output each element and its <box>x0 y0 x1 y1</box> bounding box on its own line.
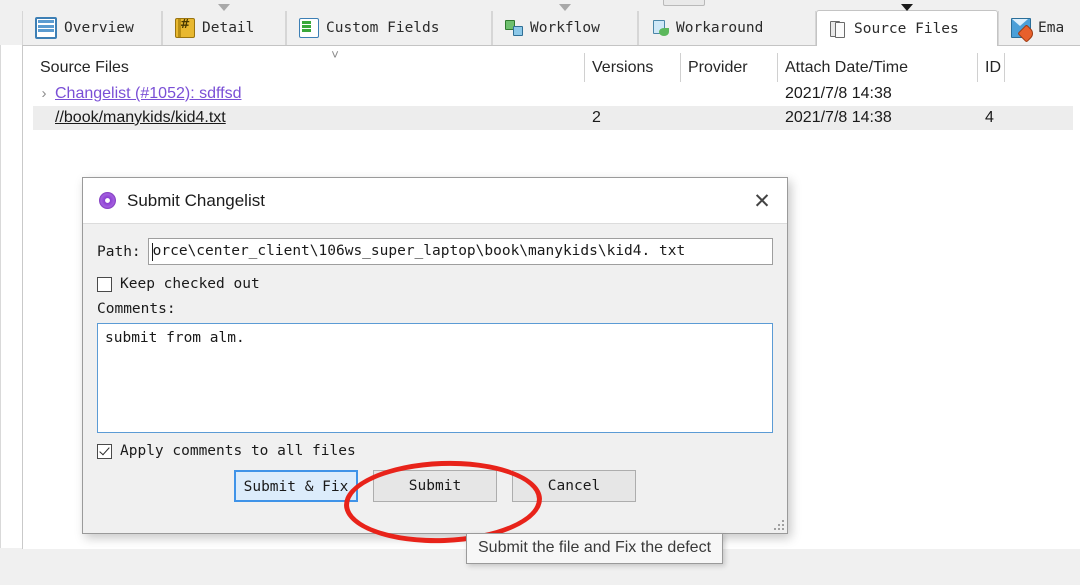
close-icon[interactable]: ✕ <box>747 186 777 216</box>
column-header-versions[interactable]: Versions <box>585 53 681 82</box>
table-header-row: Source Files Versions Provider Attach Da… <box>33 48 1073 82</box>
apply-comments-label: Apply comments to all files <box>120 443 356 459</box>
column-header-attach-date[interactable]: Attach Date/Time <box>778 53 978 82</box>
chevron-down-icon <box>218 4 230 11</box>
comments-textarea[interactable]: submit from alm. <box>97 323 773 433</box>
tab-label: Workflow <box>530 20 600 36</box>
tab-detail[interactable]: Detail <box>162 4 286 45</box>
tab-workaround[interactable]: Workaround <box>638 11 816 45</box>
tab-custom-fields[interactable]: Custom Fields <box>286 11 492 45</box>
workflow-icon <box>505 19 523 37</box>
changelist-link[interactable]: Changelist (#1052): sdffsd <box>55 85 241 102</box>
column-header-source-files[interactable]: Source Files <box>33 53 585 82</box>
cell-provider <box>681 82 778 106</box>
chevron-up-icon[interactable]: ˅ <box>328 48 342 61</box>
path-row: Path: orce\center_client\106ws_super_lap… <box>97 238 773 265</box>
dialog-body: Path: orce\center_client\106ws_super_lap… <box>83 224 787 502</box>
dialog-button-bar: Submit & Fix Submit Cancel <box>97 470 773 502</box>
tab-label: Custom Fields <box>326 20 440 36</box>
submit-and-fix-button[interactable]: Submit & Fix <box>234 470 358 502</box>
comments-label: Comments: <box>97 301 176 317</box>
tab-label: Ema <box>1038 20 1065 36</box>
tab-label: Overview <box>64 20 134 36</box>
overview-icon <box>35 17 57 39</box>
keep-checked-out-label: Keep checked out <box>120 276 260 292</box>
source-file-link[interactable]: //book/manykids/kid4.txt <box>55 109 226 126</box>
tab-overview[interactable]: Overview <box>22 11 162 45</box>
cell-versions: 2 <box>592 109 601 126</box>
tab-source-files[interactable]: Source Files <box>816 4 998 46</box>
cell-id <box>978 82 1005 106</box>
email-icon <box>1011 18 1031 38</box>
cell-attach-date: 2021/7/8 14:38 <box>785 109 892 126</box>
source-files-icon <box>829 20 847 38</box>
tab-email[interactable]: Ema <box>998 11 1080 45</box>
tab-strip: Overview Detail Custom Fields Workflow W… <box>0 4 1080 46</box>
table-row[interactable]: › Changelist (#1052): sdffsd 2021/7/8 14… <box>33 82 1073 106</box>
source-files-table: Source Files Versions Provider Attach Da… <box>33 48 1073 130</box>
row-expander-icon[interactable]: › <box>33 82 55 106</box>
cell-attach-date: 2021/7/8 14:38 <box>785 85 892 102</box>
chevron-down-icon <box>559 4 571 11</box>
path-label: Path: <box>97 243 141 260</box>
keep-checked-out-checkbox[interactable] <box>97 276 112 292</box>
application-window: Overview Detail Custom Fields Workflow W… <box>0 0 1080 585</box>
top-partial-widget <box>663 0 705 6</box>
table-row[interactable]: //book/manykids/kid4.txt 2 2021/7/8 14:3… <box>33 106 1073 130</box>
cell-id: 4 <box>985 109 994 126</box>
apply-comments-row[interactable]: Apply comments to all files <box>97 443 773 459</box>
submit-button[interactable]: Submit <box>373 470 497 502</box>
cell-provider <box>681 106 778 130</box>
chevron-down-icon <box>901 4 913 11</box>
tab-label: Detail <box>202 20 255 36</box>
dialog-titlebar[interactable]: Submit Changelist ✕ <box>83 178 787 224</box>
detail-icon <box>175 17 195 38</box>
cell-versions <box>585 82 681 106</box>
tab-label: Source Files <box>854 20 959 37</box>
cancel-button[interactable]: Cancel <box>512 470 636 502</box>
custom-fields-icon <box>299 18 319 38</box>
submit-changelist-dialog: Submit Changelist ✕ Path: orce\center_cl… <box>82 177 788 534</box>
dialog-title: Submit Changelist <box>127 190 265 210</box>
column-header-id[interactable]: ID <box>978 53 1005 82</box>
workaround-icon <box>651 19 669 37</box>
tab-label: Workaround <box>676 20 764 36</box>
apply-comments-checkbox[interactable] <box>97 443 112 459</box>
tooltip: Submit the file and Fix the defect <box>466 533 724 564</box>
tab-workflow[interactable]: Workflow <box>492 4 638 45</box>
keep-checked-out-row[interactable]: Keep checked out <box>97 276 773 292</box>
submit-changelist-icon <box>99 192 116 209</box>
column-header-provider[interactable]: Provider <box>681 53 778 82</box>
left-rail <box>0 45 23 548</box>
resize-grip[interactable] <box>771 517 784 530</box>
path-input[interactable]: orce\center_client\106ws_super_laptop\bo… <box>147 238 773 265</box>
